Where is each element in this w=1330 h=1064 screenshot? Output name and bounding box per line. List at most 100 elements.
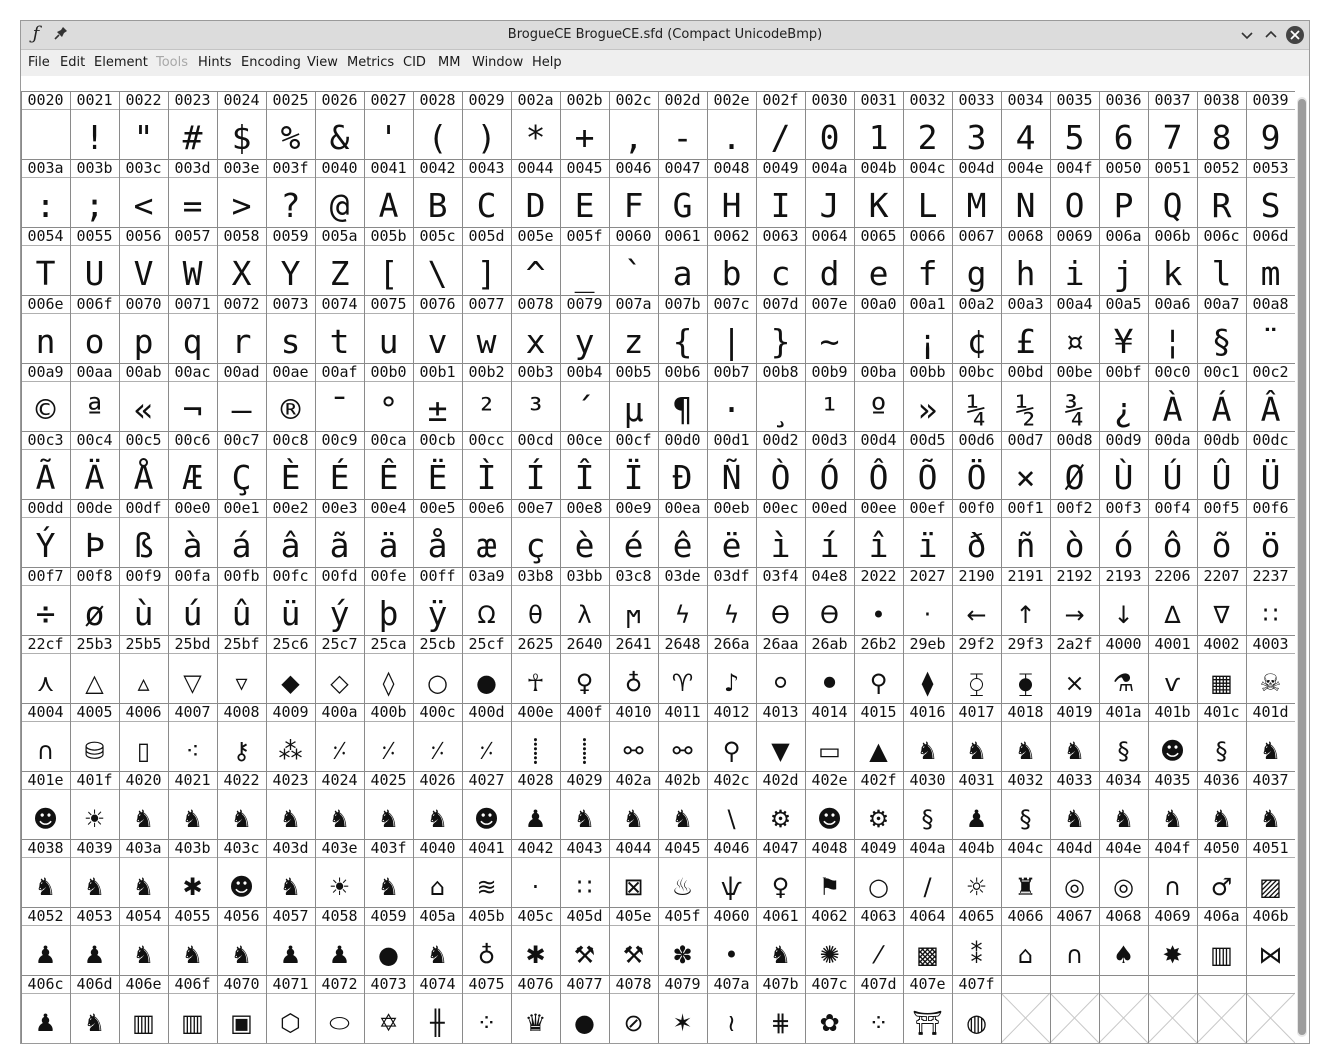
glyph-cell[interactable]: 4068 ♠ bbox=[1105, 907, 1141, 969]
glyph-cell[interactable]: 00ed í bbox=[811, 499, 847, 565]
glyph-cell[interactable]: 4059 ● bbox=[370, 907, 406, 969]
glyph-cell[interactable]: 0024 $ bbox=[223, 91, 259, 157]
menu-edit[interactable]: Edit bbox=[60, 50, 85, 76]
glyph-cell[interactable]: 0065 e bbox=[860, 227, 896, 293]
glyph-cell[interactable]: 002f / bbox=[762, 91, 798, 157]
glyph-cell[interactable]: 00da Ú bbox=[1154, 431, 1190, 497]
close-button[interactable] bbox=[1285, 25, 1305, 45]
glyph-cell[interactable]: 403a ♞ bbox=[125, 839, 161, 901]
glyph-cell[interactable]: 00c7 Ç bbox=[223, 431, 259, 497]
menu-tools[interactable]: Tools bbox=[156, 50, 188, 76]
glyph-cell[interactable]: 4057 ♟ bbox=[272, 907, 308, 969]
glyph-cell[interactable]: 00bc ¼ bbox=[958, 363, 994, 429]
glyph-cell[interactable]: 25c7 ◇ bbox=[321, 635, 357, 697]
vertical-scrollbar[interactable] bbox=[1297, 97, 1307, 1037]
glyph-cell[interactable]: 2a2f ⨯ bbox=[1056, 635, 1092, 697]
glyph-cell[interactable]: 406f ▥ bbox=[174, 975, 210, 1037]
glyph-cell[interactable]: 0045 E bbox=[566, 159, 602, 225]
glyph-cell[interactable]: 404e ◎ bbox=[1105, 839, 1141, 901]
glyph-cell[interactable]: 407c ✿ bbox=[811, 975, 847, 1037]
glyph-cell[interactable]: 4023 ♞ bbox=[272, 771, 308, 833]
glyph-cell[interactable]: 2022 • bbox=[860, 567, 896, 629]
glyph-cell[interactable]: 00a4 ¤ bbox=[1056, 295, 1092, 361]
glyph-cell[interactable]: 401d ♞ bbox=[1252, 703, 1288, 765]
glyph-cell[interactable]: 00e0 à bbox=[174, 499, 210, 565]
glyph-cell[interactable]: 402e ☻ bbox=[811, 771, 847, 833]
glyph-cell[interactable]: 0046 F bbox=[615, 159, 651, 225]
glyph-cell[interactable]: 00ef ï bbox=[909, 499, 945, 565]
glyph-cell[interactable]: 00ab « bbox=[125, 363, 161, 429]
glyph-cell[interactable]: 007a z bbox=[615, 295, 651, 361]
glyph-cell[interactable]: 00dc Ü bbox=[1252, 431, 1288, 497]
glyph-cell[interactable]: 03a9 Ω bbox=[468, 567, 504, 629]
glyph-cell[interactable]: 4046 ѱ bbox=[713, 839, 749, 901]
glyph-cell[interactable]: 4042 · bbox=[517, 839, 553, 901]
glyph-cell[interactable]: 4077 ● bbox=[566, 975, 602, 1037]
glyph-cell[interactable]: 0043 C bbox=[468, 159, 504, 225]
glyph-cell[interactable]: 00fe þ bbox=[370, 567, 406, 633]
glyph-cell[interactable]: 00d9 Ù bbox=[1105, 431, 1141, 497]
glyph-cell[interactable]: 0073 s bbox=[272, 295, 308, 361]
glyph-cell[interactable]: 007d} bbox=[762, 295, 798, 361]
glyph-cell[interactable]: 2641 ♁ bbox=[615, 635, 651, 697]
glyph-cell[interactable]: 00e5 å bbox=[419, 499, 455, 565]
glyph-cell[interactable]: 006d m bbox=[1252, 227, 1288, 293]
glyph-cell[interactable]: 00ae ® bbox=[272, 363, 308, 429]
menu-element[interactable]: Element bbox=[94, 50, 148, 76]
glyph-cell[interactable]: 4016 ♞ bbox=[909, 703, 945, 765]
glyph-cell[interactable]: 00c1 Á bbox=[1203, 363, 1239, 429]
glyph-cell[interactable]: 002e. bbox=[713, 91, 749, 157]
glyph-cell[interactable]: 4074 ╫ bbox=[419, 975, 455, 1037]
glyph-cell[interactable]: 00d6 Ö bbox=[958, 431, 994, 497]
glyph-cell[interactable]: 006f o bbox=[76, 295, 112, 361]
glyph-cell[interactable]: 4070 ▣ bbox=[223, 975, 259, 1037]
glyph-cell[interactable]: 405e ⚒ bbox=[615, 907, 651, 969]
fontforge-app-icon[interactable]: ƒ bbox=[26, 24, 46, 44]
glyph-cell[interactable]: 4033 ♞ bbox=[1056, 771, 1092, 833]
glyph-cell[interactable]: 4051 ▨ bbox=[1252, 839, 1288, 901]
glyph-cell[interactable]: 0077 w bbox=[468, 295, 504, 361]
glyph-cell[interactable]: 005a Z bbox=[321, 227, 357, 293]
glyph-cell[interactable]: 4079 ✶ bbox=[664, 975, 700, 1037]
glyph-cell[interactable]: 00a7 § bbox=[1203, 295, 1239, 361]
glyph-cell[interactable]: 00d0 Ð bbox=[664, 431, 700, 497]
glyph-cell[interactable]: 0055 U bbox=[76, 227, 112, 293]
glyph-cell[interactable]: 4045 ♨ bbox=[664, 839, 700, 901]
glyph-cell[interactable]: 403f ♞ bbox=[370, 839, 406, 901]
glyph-cell[interactable]: 4050 ♂ bbox=[1203, 839, 1239, 901]
empty-glyph-cell[interactable] bbox=[1049, 992, 1100, 1043]
glyph-cell[interactable]: 22cf ⋏ bbox=[27, 635, 63, 697]
glyph-cell[interactable]: 00c4 Ä bbox=[76, 431, 112, 497]
glyph-cell[interactable]: 0057 W bbox=[174, 227, 210, 293]
glyph-cell[interactable]: 00af ¯ bbox=[321, 363, 357, 429]
glyph-cell[interactable]: 00d1 Ñ bbox=[713, 431, 749, 497]
glyph-cell[interactable]: 00f2 ò bbox=[1056, 499, 1092, 565]
glyph-cell[interactable]: 00f1 ñ bbox=[1007, 499, 1043, 565]
glyph-cell[interactable]: 0069 i bbox=[1056, 227, 1092, 293]
glyph-cell[interactable]: 00a0 bbox=[860, 295, 896, 313]
glyph-cell[interactable]: 00c9 É bbox=[321, 431, 357, 497]
glyph-cell[interactable]: 4038 ♞ bbox=[27, 839, 63, 901]
glyph-cell[interactable]: 4062 ✺ bbox=[811, 907, 847, 969]
glyph-cell[interactable]: 4021 ♞ bbox=[174, 771, 210, 833]
glyph-cell[interactable]: 03bb λ bbox=[566, 567, 602, 629]
glyph-cell[interactable]: 00ce Î bbox=[566, 431, 602, 497]
glyph-cell[interactable]: 0052 R bbox=[1203, 159, 1239, 225]
glyph-cell[interactable]: 00b9 ¹ bbox=[811, 363, 847, 429]
glyph-cell[interactable]: 00b2 ² bbox=[468, 363, 504, 429]
glyph-cell[interactable]: 25b5 ▵ bbox=[125, 635, 161, 697]
glyph-cell[interactable]: 4026 ♞ bbox=[419, 771, 455, 833]
glyph-cell[interactable]: 4011 ⚯ bbox=[664, 703, 700, 765]
glyph-cell[interactable]: 403e ☀ bbox=[321, 839, 357, 901]
glyph-cell[interactable]: 005c \ bbox=[419, 227, 455, 293]
glyph-cell[interactable]: 4015 ▲ bbox=[860, 703, 896, 765]
empty-glyph-cell[interactable] bbox=[1147, 992, 1198, 1043]
glyph-cell[interactable]: 401f ☀ bbox=[76, 771, 112, 833]
glyph-cell[interactable]: 04e8 Ө bbox=[811, 567, 847, 629]
glyph-cell[interactable]: 4025 ♞ bbox=[370, 771, 406, 833]
glyph-cell[interactable]: 00b3 ³ bbox=[517, 363, 553, 429]
glyph-cell[interactable]: 4043 ∷ bbox=[566, 839, 602, 901]
glyph-cell[interactable]: 406b ⋈ bbox=[1252, 907, 1288, 969]
glyph-cell[interactable]: 002c, bbox=[615, 91, 651, 157]
glyph-cell[interactable]: 0058 X bbox=[223, 227, 259, 293]
